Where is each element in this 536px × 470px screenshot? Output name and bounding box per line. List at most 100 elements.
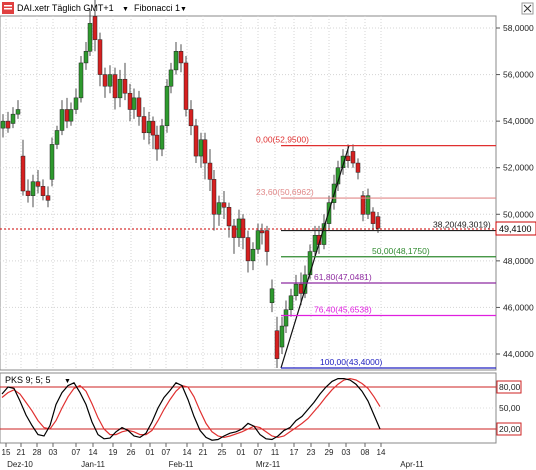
candle-body — [298, 283, 304, 294]
candle-body — [73, 97, 79, 110]
chart-logo-icon-line — [4, 8, 12, 10]
candle-body — [5, 120, 11, 129]
candle-body — [168, 69, 174, 87]
price-tick-label: 58,0000 — [503, 23, 534, 33]
chart-logo-icon-line — [4, 5, 12, 7]
time-tick-label: 03 — [342, 448, 351, 457]
candle-body — [226, 207, 232, 227]
indicator-level-label: 50,00 — [499, 403, 521, 413]
price-tick-label: 50,0000 — [503, 209, 534, 219]
candle-body — [150, 120, 156, 136]
candle-body — [154, 134, 160, 150]
time-tick-label: 14 — [377, 448, 386, 457]
candle-body — [345, 155, 351, 161]
candle-body — [30, 181, 36, 196]
candle-body — [288, 295, 294, 311]
candle-body — [10, 113, 16, 124]
time-tick-label: 29 — [325, 448, 334, 457]
candle-body — [102, 74, 108, 87]
time-tick-label: 14 — [183, 448, 192, 457]
candle-body — [20, 155, 26, 192]
candle-body — [269, 288, 275, 304]
time-tick-label: 25 — [218, 448, 227, 457]
candle-body — [283, 309, 289, 327]
candle-body — [136, 97, 142, 117]
tool-dropdown[interactable]: ▼ — [180, 6, 187, 13]
fibonacci-level-label: 61,80(47,0481) — [314, 272, 372, 282]
price-tick-label: 52,0000 — [503, 163, 534, 173]
candle-body — [117, 78, 123, 99]
fibonacci-level-label: 23,60(50,6962) — [256, 187, 314, 197]
month-label: Dez-10 — [7, 460, 33, 469]
time-tick-label: 07 — [254, 448, 263, 457]
indicator-dropdown[interactable]: ▼ — [64, 378, 71, 385]
indicator-axis: 80,00 50,00 20,00 — [496, 380, 522, 436]
candle-body — [370, 211, 376, 224]
candle-body — [375, 216, 381, 229]
time-tick-label: 15 — [2, 448, 11, 457]
month-label: Jan-11 — [81, 460, 105, 469]
candle-body — [159, 125, 165, 150]
price-tick-label: 56,0000 — [503, 70, 534, 80]
candle-body — [293, 283, 299, 297]
chart-canvas[interactable]: DAI.xetr Täglich GMT+1 ▼ Fibonacci 1 ▼ 0… — [0, 0, 536, 470]
fibonacci-level-label: 50,00(48,1750) — [372, 246, 430, 256]
candle-body — [178, 51, 184, 64]
candle-body — [173, 51, 179, 71]
candle-body — [245, 237, 251, 262]
candle-body — [250, 248, 256, 262]
candle-body — [127, 92, 133, 110]
candle-body — [141, 116, 147, 134]
candle-body — [87, 23, 93, 52]
candle-body — [231, 225, 237, 238]
chart-header: DAI.xetr Täglich GMT+1 ▼ Fibonacci 1 ▼ — [2, 2, 534, 15]
month-label: Mrz-11 — [256, 460, 281, 469]
candle-body — [68, 109, 74, 122]
time-tick-label: 21 — [199, 448, 208, 457]
fibonacci-level-label: 0,00(52,9500) — [256, 135, 309, 145]
candle-body — [255, 230, 261, 250]
candle-body — [122, 78, 128, 94]
candle-body — [25, 190, 31, 196]
candle-body — [0, 120, 6, 129]
candle-body — [35, 181, 41, 187]
candle-body — [59, 109, 65, 131]
price-tick-label: 44,0000 — [503, 349, 534, 359]
candle-body — [221, 202, 227, 208]
candle-body — [15, 109, 21, 115]
price-axis: 58,0000 56,0000 54,0000 52,0000 50,0000 48,00… — [496, 23, 534, 359]
time-tick-label: 17 — [290, 448, 299, 457]
candle-body — [92, 16, 98, 40]
candle-body — [64, 109, 70, 122]
close-icon[interactable] — [521, 2, 534, 15]
time-tick-label: 26 — [127, 448, 136, 457]
candle-body — [97, 39, 103, 75]
price-tick-label: 54,0000 — [503, 116, 534, 126]
indicator-level-label: 20,00 — [499, 424, 521, 434]
time-tick-label: 14 — [89, 448, 98, 457]
instrument-dropdown[interactable]: ▼ — [122, 6, 129, 13]
price-tick-label: 46,0000 — [503, 302, 534, 312]
time-tick-label: 11 — [271, 448, 280, 457]
candle-body — [164, 85, 170, 127]
candle-body — [240, 218, 246, 238]
price-panel[interactable] — [0, 15, 497, 371]
time-tick-label: 19 — [109, 448, 118, 457]
month-label: Apr-11 — [400, 460, 424, 469]
fibonacci-level-label: 76,40(45,6538) — [314, 304, 372, 314]
candle-body — [112, 74, 118, 99]
candle-body — [45, 195, 51, 201]
candle-body — [54, 130, 60, 145]
candle-body — [183, 62, 189, 110]
time-tick-label: 07 — [72, 448, 81, 457]
candle-body — [211, 179, 217, 215]
indicator-title: PKS 9; 5; 5 — [5, 375, 51, 385]
candle-body — [236, 218, 242, 238]
tool-label: Fibonacci 1 — [134, 3, 180, 13]
candle-body — [107, 74, 113, 87]
time-tick-label: 03 — [49, 448, 58, 457]
candle-body — [350, 151, 356, 164]
candle-body — [202, 139, 208, 164]
candle-body — [264, 230, 270, 252]
fibonacci-level-label: 100,00(43,4000) — [320, 357, 383, 367]
